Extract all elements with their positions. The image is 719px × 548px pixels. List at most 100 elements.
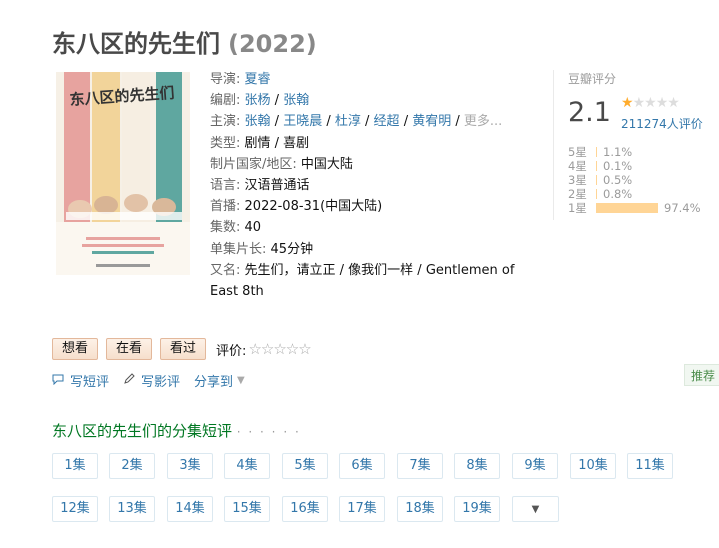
cast-link[interactable]: 经超 [374,114,400,129]
subject-info: 导演: 夏睿 编剧: 张杨 / 张翰 主演: 张翰 / 王晓晨 / 杜淳 / 经… [210,69,540,302]
runtime-value: 45分钟 [270,241,314,257]
writer-link[interactable]: 张杨 [245,93,271,108]
episode-button[interactable]: 16集 [282,496,328,522]
episode-button[interactable]: 9集 [512,453,558,479]
premiere-row: 首播: 2022-08-31(中国大陆) [210,196,540,217]
genre-row: 类型: 剧情 / 喜剧 [210,133,540,154]
episode-button[interactable]: 18集 [397,496,443,522]
want-to-watch-button[interactable]: 想看 [52,338,99,360]
cast-more-link[interactable]: 更多... [464,114,502,129]
star-icon: ★ [667,95,680,111]
writer-label: 编剧: [210,93,241,109]
episode-button[interactable]: 8集 [454,453,500,479]
star-icon: ★ [632,95,646,111]
rating-dist-row: 2星 0.8% [568,187,718,201]
rating-dist-row: 1星 97.4% [568,201,718,215]
heading-dots: · · · · · · [236,425,301,439]
dist-bar [596,203,658,213]
dist-bar [596,175,597,185]
writer-row: 编剧: 张杨 / 张翰 [210,93,310,109]
episode-button[interactable]: 12集 [52,496,98,522]
aka-row: 又名: 先生们，请立正 / 像我们一样 / Gentlemen of East … [210,260,540,302]
language-label: 语言: [210,178,241,194]
episode-button[interactable]: 10集 [570,453,616,479]
premiere-label: 首播: [210,199,241,215]
recommend-button[interactable]: 推荐 [684,364,719,386]
director-label: 导演: [210,72,241,87]
write-short-review-label: 写短评 [70,375,110,390]
episodes-value: 40 [244,220,262,236]
language-row: 语言: 汉语普通话 [210,175,540,196]
watching-button[interactable]: 在看 [106,338,153,360]
dist-percent: 0.5% [603,173,633,187]
rating-distribution: 5星 1.1% 4星 0.1% 3星 0.5% 2星 0.8% 1星 97.4% [568,145,718,215]
rating-score: 2.1 [568,97,611,128]
star-icon: ★ [644,95,657,111]
write-short-review-link[interactable]: 写短评 [52,371,109,390]
rating-label: 豆瓣评分 [568,72,617,86]
interest-actions: 想看 在看 看过 评价: ☆☆☆☆☆ [52,338,312,360]
dist-percent: 0.8% [603,187,633,201]
dist-star-label: 4星 [568,159,587,173]
write-review-link[interactable]: 写影评 [123,371,180,390]
rating-dist-row: 5星 1.1% [568,145,718,159]
episode-button[interactable]: 11集 [627,453,673,479]
rating-dist-row: 4星 0.1% [568,159,718,173]
dist-bar [596,189,597,199]
more-episodes-button[interactable]: ▼ [512,496,559,522]
dist-bar [596,147,597,157]
episode-button[interactable]: 15集 [224,496,270,522]
episode-button[interactable]: 14集 [167,496,213,522]
dist-percent: 0.1% [603,159,633,173]
episode-button[interactable]: 1集 [52,453,98,479]
cast-link[interactable]: 杜淳 [335,114,361,129]
episode-button[interactable]: 4集 [224,453,270,479]
pencil-icon [123,373,135,388]
chevron-down-icon: ▼ [531,504,540,515]
poster-image[interactable]: 东八区的先生们 [56,72,190,275]
aka-label: 又名: [210,262,241,278]
episode-button[interactable]: 17集 [339,496,385,522]
star-icon: ★ [655,95,669,111]
episode-button[interactable]: 3集 [167,453,213,479]
watched-button[interactable]: 看过 [160,338,207,360]
episode-button[interactable]: 5集 [282,453,328,479]
page-title: 东八区的先生们 (2022) [52,24,317,59]
chevron-down-icon: ▼ [237,375,245,386]
episode-reviews-heading: 东八区的先生们的分集短评 · · · · · · [52,420,301,441]
episode-button[interactable]: 7集 [397,453,443,479]
episode-button[interactable]: 6集 [339,453,385,479]
director-link[interactable]: 夏睿 [245,72,271,87]
cast-link[interactable]: 张翰 [245,114,271,129]
rate-stars-input[interactable]: ☆☆☆☆☆ [248,340,311,358]
runtime-label: 单集片长: [210,241,267,257]
dist-bar [596,161,597,171]
show-name: 东八区的先生们 [52,30,220,58]
premiere-value: 2022-08-31(中国大陆) [244,199,383,215]
dist-percent: 1.1% [603,145,633,159]
episodes-label: 集数: [210,220,241,236]
cast-row: 主演: 张翰 / 王晓晨 / 杜淳 / 经超 / 黄宥明 / 更多... [210,114,503,130]
episodes-row: 集数: 40 [210,217,540,238]
share-label: 分享到 [194,375,234,390]
star-icon: ★ [621,95,634,111]
genre-label: 类型: [210,135,241,151]
share-dropdown[interactable]: 分享到 ▼ [194,371,245,390]
episode-button[interactable]: 19集 [454,496,500,522]
rating-panel: 豆瓣评分 2.1 ★★★★★ 211274人评价 5星 1.1% 4星 0.1%… [553,70,713,220]
cast-link[interactable]: 黄宥明 [412,114,451,129]
writer-link[interactable]: 张翰 [283,93,309,108]
rating-count-link[interactable]: 211274人评价 [621,115,703,132]
show-year: (2022) [228,30,317,58]
runtime-row: 单集片长: 45分钟 [210,239,540,260]
dist-star-label: 2星 [568,187,587,201]
language-value: 汉语普通话 [244,178,310,194]
rating-dist-row: 3星 0.5% [568,173,718,187]
episode-button[interactable]: 2集 [109,453,155,479]
episode-button[interactable]: 13集 [109,496,155,522]
director-row: 导演: 夏睿 [210,69,540,90]
cast-link[interactable]: 王晓晨 [283,114,322,129]
dist-percent: 97.4% [664,201,701,215]
write-review-label: 写影评 [141,375,181,390]
country-row: 制片国家/地区: 中国大陆 [210,154,540,175]
